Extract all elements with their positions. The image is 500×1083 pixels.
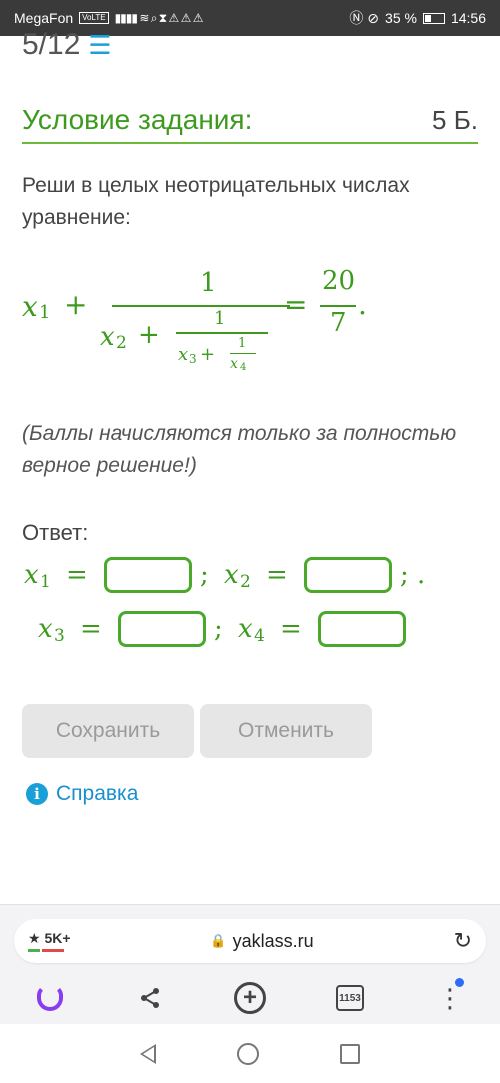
tabs-count: 1153 bbox=[336, 985, 364, 1011]
task-title: Условие задания: bbox=[22, 104, 253, 135]
equals-sign: = bbox=[284, 288, 308, 321]
lock-icon: 🔒 bbox=[210, 933, 227, 948]
browser-toolbar: + 1153 ⋮ bbox=[0, 977, 500, 1019]
system-nav-bar bbox=[0, 1024, 500, 1083]
x1-subscript: 1 bbox=[39, 302, 51, 323]
answer-x2-sub: 2 bbox=[240, 572, 251, 592]
alice-button[interactable] bbox=[28, 978, 72, 1018]
numerator-3: 1 bbox=[238, 336, 247, 351]
notification-dot bbox=[455, 978, 464, 987]
answer-x4: x bbox=[238, 614, 253, 644]
period: . bbox=[358, 288, 367, 321]
site-rating[interactable]: ★ 5K+ bbox=[28, 930, 71, 952]
answer-x4-input[interactable] bbox=[318, 611, 406, 647]
url-bar[interactable]: ★ 5K+ 🔒 yaklass.ru ↻ bbox=[14, 919, 486, 963]
answer-x4-eq: = bbox=[280, 614, 302, 644]
x4-symbol: x bbox=[230, 356, 238, 372]
info-icon: i bbox=[26, 783, 48, 805]
answer-x1-input[interactable] bbox=[104, 557, 192, 593]
answer-label: Ответ: bbox=[22, 520, 89, 545]
share-icon bbox=[141, 988, 159, 1008]
x3-symbol: x bbox=[178, 344, 189, 365]
equation: x 1 + 1 x 2 + 1 x 3 + 1 x 4 = 20 7 . bbox=[22, 264, 462, 384]
battery-percent: 35 % bbox=[385, 10, 417, 26]
status-right: Ⓝ ⊘ 35 % 14:56 bbox=[349, 8, 486, 28]
home-icon[interactable] bbox=[236, 1042, 259, 1065]
fraction-line-1 bbox=[112, 305, 290, 307]
answer-x2-eq: = bbox=[266, 560, 288, 590]
answer-x2: x bbox=[224, 560, 239, 590]
x1-symbol: x bbox=[22, 290, 38, 323]
more-icon: ⋮ bbox=[437, 983, 463, 1013]
task-header: Условие задания: 5 Б. bbox=[22, 98, 478, 144]
answer-x3-sub: 3 bbox=[54, 626, 65, 646]
x3-subscript: 3 bbox=[189, 352, 197, 366]
scoring-note: (Баллы начисляются только за полностью в… bbox=[22, 422, 457, 477]
share-button[interactable] bbox=[128, 978, 172, 1018]
save-button[interactable]: Сохранить bbox=[22, 704, 194, 758]
answer-sep-2: ; . bbox=[400, 560, 426, 590]
back-icon[interactable] bbox=[140, 1043, 157, 1064]
answer-x1-sub: 1 bbox=[40, 572, 51, 592]
recents-icon[interactable] bbox=[339, 1043, 360, 1064]
alice-icon bbox=[37, 985, 63, 1011]
task-text: Реши в целых неотрицательных числах урав… bbox=[22, 174, 410, 229]
numerator-2: 1 bbox=[214, 308, 226, 329]
x4-subscript: 4 bbox=[240, 362, 247, 373]
answer-sep-1: ; bbox=[200, 560, 209, 590]
status-icons-left: ▮▮▮▮ ≋ ⌕ ⧗ ⚠ ⚠ ⚠ bbox=[114, 10, 204, 25]
plus-sign-2: + bbox=[138, 320, 160, 350]
battery-icon bbox=[422, 12, 445, 24]
plus-sign-3: + bbox=[200, 344, 216, 365]
list-icon[interactable]: ☰ bbox=[88, 30, 111, 61]
fraction-line-3 bbox=[230, 353, 256, 355]
clock: 14:56 bbox=[450, 10, 486, 26]
menu-button[interactable]: ⋮ bbox=[428, 978, 472, 1018]
x2-symbol: x bbox=[100, 322, 115, 352]
browser-bar: ★ 5K+ 🔒 yaklass.ru ↻ + 1153 ⋮ bbox=[0, 904, 500, 1024]
rating-label: ★ 5K+ bbox=[28, 930, 71, 946]
x2-subscript: 2 bbox=[116, 333, 127, 353]
progress-label: 5/12 bbox=[22, 28, 81, 61]
url-display[interactable]: 🔒 yaklass.ru bbox=[71, 931, 454, 952]
volte-badge: VoLTE bbox=[79, 12, 109, 24]
reload-icon[interactable]: ↻ bbox=[454, 928, 472, 954]
task-progress: 5/12 ☰ bbox=[22, 28, 112, 62]
help-link[interactable]: i Справка bbox=[26, 782, 138, 806]
plus-sign: + bbox=[64, 288, 88, 321]
numerator-1: 1 bbox=[200, 268, 217, 298]
cancel-button[interactable]: Отменить bbox=[200, 704, 372, 758]
rhs-fraction-line bbox=[320, 305, 356, 307]
answer-x4-sub: 4 bbox=[254, 626, 265, 646]
answer-x2-input[interactable] bbox=[304, 557, 392, 593]
url-text: yaklass.ru bbox=[232, 930, 314, 951]
task-points: 5 Б. bbox=[432, 104, 478, 135]
fraction-line-2 bbox=[176, 332, 268, 334]
help-label: Справка bbox=[56, 782, 139, 805]
answer-x3-input[interactable] bbox=[118, 611, 206, 647]
tabs-button[interactable]: 1153 bbox=[328, 978, 372, 1018]
answer-x1-eq: = bbox=[66, 560, 88, 590]
rhs-numerator: 20 bbox=[322, 266, 356, 296]
status-icons-right: Ⓝ ⊘ bbox=[349, 10, 380, 26]
answer-x3-eq: = bbox=[80, 614, 102, 644]
plus-icon: + bbox=[234, 982, 266, 1014]
rating-bar bbox=[28, 949, 71, 952]
status-left: MegaFon VoLTE ▮▮▮▮ ≋ ⌕ ⧗ ⚠ ⚠ ⚠ bbox=[14, 10, 204, 26]
new-tab-button[interactable]: + bbox=[228, 978, 272, 1018]
answer-sep-3: ; bbox=[214, 614, 223, 644]
rhs-denominator: 7 bbox=[330, 308, 347, 338]
answer-x1: x bbox=[24, 560, 39, 590]
answer-x3: x bbox=[38, 614, 53, 644]
carrier-name: MegaFon bbox=[14, 10, 74, 26]
